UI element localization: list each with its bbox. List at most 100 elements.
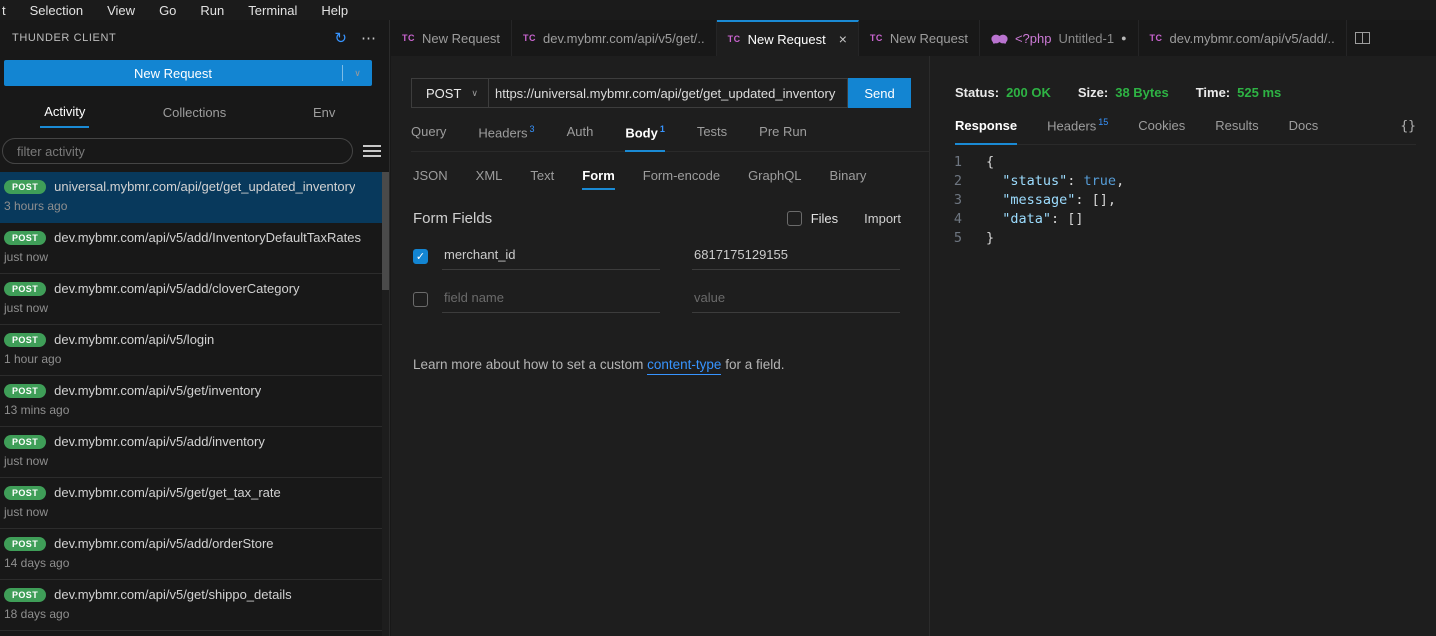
list-item[interactable]: POSTuniversal.mybmr.com/api/get/get_upda… bbox=[0, 172, 389, 223]
format-json-icon[interactable]: {} bbox=[1400, 119, 1416, 134]
method-badge: POST bbox=[4, 180, 46, 194]
method-badge: POST bbox=[4, 486, 46, 500]
scrollbar-thumb[interactable] bbox=[382, 172, 389, 290]
field-value-input[interactable] bbox=[692, 286, 900, 313]
time-value: 525 ms bbox=[1237, 85, 1281, 100]
filter-activity-input[interactable] bbox=[2, 138, 353, 164]
list-item[interactable]: POSTdev.mybmr.com/api/v5/add/orderStore … bbox=[0, 529, 389, 580]
tab-headers[interactable]: Headers3 bbox=[478, 124, 534, 142]
headers-count-badge: 15 bbox=[1098, 117, 1108, 127]
editor-tab-new-request-active[interactable]: TC New Request × bbox=[717, 20, 859, 56]
request-tabs: Query Headers3 Auth Body1 Tests Pre Run bbox=[411, 124, 929, 152]
content-type-hint: Learn more about how to set a custom con… bbox=[413, 357, 929, 372]
new-request-label: New Request bbox=[4, 66, 342, 81]
tab-tests[interactable]: Tests bbox=[697, 124, 727, 142]
body-type-tabs: JSON XML Text Form Form-encode GraphQL B… bbox=[413, 168, 929, 190]
code-line: 5} bbox=[930, 229, 1436, 248]
send-button[interactable]: Send bbox=[848, 78, 911, 108]
editor-tab-new-request-2[interactable]: TC New Request bbox=[859, 20, 980, 56]
tab-auth[interactable]: Auth bbox=[567, 124, 594, 142]
editor-tab-get-url[interactable]: TC dev.mybmr.com/api/v5/get/.. bbox=[512, 20, 717, 56]
code-line: 3 "message": [], bbox=[930, 191, 1436, 210]
tab-cookies[interactable]: Cookies bbox=[1138, 118, 1185, 135]
list-item[interactable]: POSTdev.mybmr.com/api/v5/add/inventory j… bbox=[0, 427, 389, 478]
scrollbar-track[interactable] bbox=[382, 172, 389, 636]
editor-tab-new-request-1[interactable]: TC New Request bbox=[391, 20, 512, 56]
tab-env[interactable]: Env bbox=[259, 96, 389, 130]
list-item[interactable]: POSTdev.mybmr.com/api/v5/add/InventoryDe… bbox=[0, 223, 389, 274]
status-label: Status: bbox=[955, 85, 999, 100]
new-request-button[interactable]: New Request ∨ bbox=[4, 60, 372, 86]
tab-response[interactable]: Response bbox=[955, 118, 1017, 135]
tab-results[interactable]: Results bbox=[1215, 118, 1258, 135]
tab-body[interactable]: Body1 bbox=[625, 124, 665, 142]
time-label: Time: bbox=[1196, 85, 1230, 100]
thunder-client-sidebar: THUNDER CLIENT ↻ ⋯ New Request ∨ Activit… bbox=[0, 20, 390, 636]
split-editor-icon[interactable] bbox=[1355, 32, 1370, 44]
tab-response-headers[interactable]: Headers15 bbox=[1047, 117, 1108, 135]
refresh-icon[interactable]: ↻ bbox=[334, 29, 347, 47]
tab-docs[interactable]: Docs bbox=[1289, 118, 1319, 135]
files-label: Files bbox=[811, 211, 838, 226]
tab-activity[interactable]: Activity bbox=[0, 96, 130, 130]
response-body-editor[interactable]: 1{ 2 "status": true, 3 "message": [], 4 … bbox=[930, 153, 1436, 248]
method-badge: POST bbox=[4, 282, 46, 296]
method-select[interactable]: POST ∨ bbox=[412, 79, 489, 107]
list-item[interactable]: POSTdev.mybmr.com/api/v5/login 1 hour ag… bbox=[0, 325, 389, 376]
import-link[interactable]: Import bbox=[864, 211, 901, 226]
menu-item-view[interactable]: View bbox=[107, 3, 135, 18]
tab-graphql[interactable]: GraphQL bbox=[748, 168, 801, 190]
list-item[interactable]: POSTdev.mybmr.com/api/v5/get/get_tax_rat… bbox=[0, 478, 389, 529]
menu-item-go[interactable]: Go bbox=[159, 3, 176, 18]
editor-area: TC New Request TC dev.mybmr.com/api/v5/g… bbox=[391, 20, 1436, 636]
list-item[interactable]: POSTdev.mybmr.com/api/v5/get/shippo_deta… bbox=[0, 580, 389, 631]
form-field-row bbox=[413, 286, 929, 313]
field-enabled-checkbox[interactable]: ✓ bbox=[413, 249, 428, 264]
field-value-input[interactable] bbox=[692, 243, 900, 270]
tab-json[interactable]: JSON bbox=[413, 168, 448, 190]
tab-text[interactable]: Text bbox=[530, 168, 554, 190]
menu-item-edit-clipped[interactable]: t bbox=[2, 3, 6, 18]
method-badge: POST bbox=[4, 588, 46, 602]
thunder-client-icon: TC bbox=[402, 33, 415, 43]
menu-item-help[interactable]: Help bbox=[321, 3, 348, 18]
method-badge: POST bbox=[4, 537, 46, 551]
sidebar-header: THUNDER CLIENT ↻ ⋯ bbox=[0, 20, 389, 56]
list-item[interactable]: POSTdev.mybmr.com/api/v5/add/customer bbox=[0, 631, 389, 636]
menu-item-terminal[interactable]: Terminal bbox=[248, 3, 297, 18]
code-line: 1{ bbox=[930, 153, 1436, 172]
form-field-row: ✓ bbox=[413, 243, 929, 270]
tab-binary[interactable]: Binary bbox=[830, 168, 867, 190]
menu-hamburger-icon[interactable] bbox=[363, 145, 381, 157]
tab-form[interactable]: Form bbox=[582, 168, 615, 190]
size-value: 38 Bytes bbox=[1115, 85, 1168, 100]
thunder-client-icon: TC bbox=[523, 33, 536, 43]
tab-form-encode[interactable]: Form-encode bbox=[643, 168, 720, 190]
url-input[interactable] bbox=[489, 86, 847, 101]
menu-item-run[interactable]: Run bbox=[200, 3, 224, 18]
tab-xml[interactable]: XML bbox=[476, 168, 503, 190]
files-checkbox[interactable] bbox=[787, 211, 802, 226]
content-type-link[interactable]: content-type bbox=[647, 357, 721, 375]
menu-item-selection[interactable]: Selection bbox=[30, 3, 83, 18]
activity-list: POSTuniversal.mybmr.com/api/get/get_upda… bbox=[0, 172, 389, 636]
field-name-input[interactable] bbox=[442, 243, 660, 270]
tab-collections[interactable]: Collections bbox=[130, 96, 260, 130]
tab-pre-run[interactable]: Pre Run bbox=[759, 124, 807, 142]
editor-tab-php-untitled[interactable]: <?php Untitled-1 ● bbox=[980, 20, 1139, 56]
chevron-down-icon: ∨ bbox=[471, 88, 478, 99]
field-name-input[interactable] bbox=[442, 286, 660, 313]
headers-count-badge: 3 bbox=[530, 124, 535, 134]
new-request-dropdown[interactable]: ∨ bbox=[342, 65, 372, 81]
sidebar-tabs: Activity Collections Env bbox=[0, 96, 389, 130]
list-item[interactable]: POSTdev.mybmr.com/api/v5/get/inventory 1… bbox=[0, 376, 389, 427]
list-item[interactable]: POSTdev.mybmr.com/api/v5/add/cloverCateg… bbox=[0, 274, 389, 325]
close-icon[interactable]: × bbox=[839, 31, 847, 47]
field-enabled-checkbox[interactable] bbox=[413, 292, 428, 307]
thunder-client-icon: TC bbox=[728, 34, 741, 44]
more-actions-icon[interactable]: ⋯ bbox=[361, 29, 377, 47]
modified-dot-icon[interactable]: ● bbox=[1121, 33, 1126, 43]
request-panel: POST ∨ Send Query Headers3 Auth Body1 Te… bbox=[391, 56, 930, 636]
tab-query[interactable]: Query bbox=[411, 124, 446, 142]
editor-tab-add-url[interactable]: TC dev.mybmr.com/api/v5/add/.. bbox=[1139, 20, 1347, 56]
